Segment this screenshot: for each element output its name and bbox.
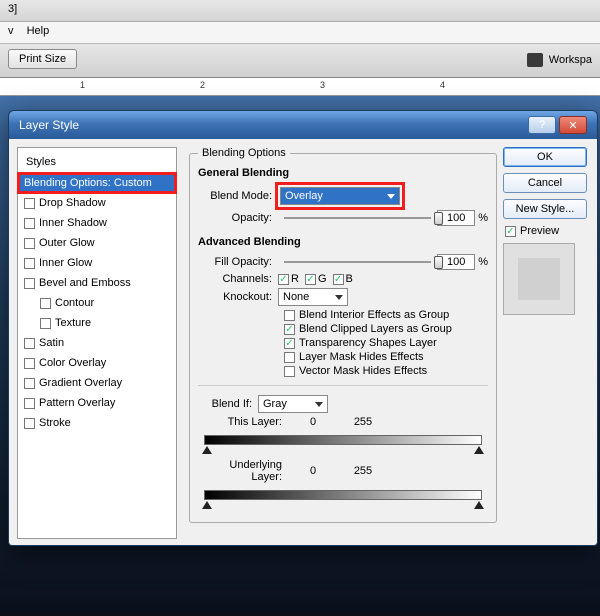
blendif-label: Blend If:	[198, 398, 258, 410]
underlying-layer-label: Underlying Layer:	[198, 459, 288, 483]
blend-mode-label: Blend Mode:	[198, 190, 278, 202]
blend-mode-highlight: Overlay	[278, 185, 402, 207]
sidebar-item[interactable]: Contour	[18, 293, 176, 313]
underlying-layer-slider[interactable]	[198, 486, 488, 506]
sidebar-item[interactable]: Stroke	[18, 413, 176, 433]
app-titlebar: 3]	[0, 0, 600, 22]
close-button[interactable]: ✕	[559, 116, 587, 134]
print-size-button[interactable]: Print Size	[8, 49, 77, 69]
advanced-option-checkbox[interactable]: ✓Blend Clipped Layers as Group	[284, 323, 488, 335]
dialog-titlebar[interactable]: Layer Style ? ✕	[9, 111, 597, 139]
channel-b-checkbox[interactable]: ✓B	[333, 273, 353, 285]
dialog-actions: OK Cancel New Style... ✓Preview	[501, 139, 597, 546]
general-blending-legend: General Blending	[198, 167, 488, 179]
this-layer-label: This Layer:	[198, 416, 288, 428]
opacity-label: Opacity:	[198, 212, 278, 224]
advanced-option-checkbox[interactable]: ✓Transparency Shapes Layer	[284, 337, 488, 349]
fill-opacity-slider[interactable]	[284, 255, 431, 269]
blending-options-panel: Blending Options General Blending Blend …	[185, 139, 501, 546]
sidebar-item[interactable]: Inner Shadow	[18, 213, 176, 233]
channels-label: Channels:	[198, 273, 278, 285]
fill-opacity-label: Fill Opacity:	[198, 256, 278, 268]
sidebar-item-blending-options[interactable]: Blending Options: Custom	[18, 173, 176, 193]
sidebar-item[interactable]: Gradient Overlay	[18, 373, 176, 393]
knockout-label: Knockout:	[198, 291, 278, 303]
options-bar: Print Size Workspa	[0, 44, 600, 78]
sidebar-item[interactable]: Outer Glow	[18, 233, 176, 253]
layer-style-dialog: Layer Style ? ✕ Styles Blending Options:…	[8, 110, 598, 546]
advanced-option-checkbox[interactable]: Layer Mask Hides Effects	[284, 351, 488, 363]
this-layer-slider[interactable]	[198, 431, 488, 451]
ruler: 1 2 3 4	[0, 78, 600, 96]
blend-mode-dropdown[interactable]: Overlay	[280, 187, 400, 205]
help-button[interactable]: ?	[528, 116, 556, 134]
menu-help[interactable]: Help	[27, 25, 50, 37]
canvas-area: Layer Style ? ✕ Styles Blending Options:…	[0, 96, 600, 616]
sidebar-item[interactable]: Bevel and Emboss	[18, 273, 176, 293]
blendif-dropdown[interactable]: Gray	[258, 395, 328, 413]
knockout-dropdown[interactable]: None	[278, 288, 348, 306]
ok-button[interactable]: OK	[503, 147, 587, 167]
sidebar-item[interactable]: Inner Glow	[18, 253, 176, 273]
preview-checkbox[interactable]: ✓Preview	[505, 225, 587, 237]
advanced-blending-legend: Advanced Blending	[198, 236, 488, 248]
new-style-button[interactable]: New Style...	[503, 199, 587, 219]
opacity-slider[interactable]	[284, 211, 431, 225]
advanced-option-checkbox[interactable]: Vector Mask Hides Effects	[284, 365, 488, 377]
sidebar-item[interactable]: Satin	[18, 333, 176, 353]
blending-options-legend: Blending Options	[198, 147, 290, 159]
sidebar-heading[interactable]: Styles	[18, 152, 176, 173]
workspace-label[interactable]: Workspa	[527, 49, 592, 67]
channel-r-checkbox[interactable]: ✓R	[278, 273, 299, 285]
menu-item[interactable]: v	[8, 25, 14, 37]
advanced-option-checkbox[interactable]: Blend Interior Effects as Group	[284, 309, 488, 321]
preview-swatch	[503, 243, 575, 315]
sidebar-item[interactable]: Drop Shadow	[18, 193, 176, 213]
blending-options-group: Blending Options General Blending Blend …	[189, 147, 497, 523]
menubar: v Help	[0, 22, 600, 44]
sidebar-item[interactable]: Pattern Overlay	[18, 393, 176, 413]
channel-g-checkbox[interactable]: ✓G	[305, 273, 327, 285]
styles-sidebar: Styles Blending Options: Custom Drop Sha…	[17, 147, 177, 539]
sidebar-item[interactable]: Texture	[18, 313, 176, 333]
sidebar-item[interactable]: Color Overlay	[18, 353, 176, 373]
dialog-title: Layer Style	[19, 118, 79, 132]
cancel-button[interactable]: Cancel	[503, 173, 587, 193]
